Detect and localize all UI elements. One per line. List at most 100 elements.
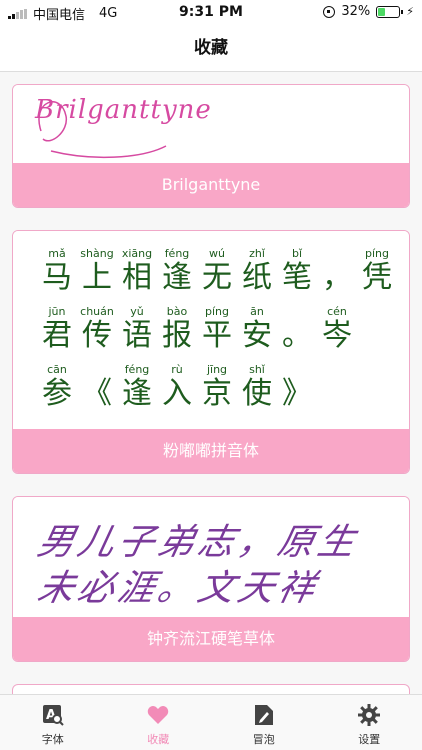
pinyin-text: ān [250,305,264,318]
font-card-brilganttyne[interactable]: Brilganttyne Brilganttyne [12,84,410,208]
gear-icon [357,703,381,727]
note-pen-icon [252,703,276,727]
pinyin-text: cén [327,305,347,318]
pinyin-char: yǔ 语 [117,305,157,363]
hanzi-text: 《 [82,376,112,411]
nav-title: 收藏 [0,24,422,72]
hanzi-text: 无 [202,260,232,295]
pinyin-char: cén 岑 [317,305,357,363]
hanzi-text: 岑 [322,318,352,353]
tab-favorites[interactable]: 收藏 [106,695,212,750]
pinyin-char: féng 逢 [117,363,157,421]
pinyin-text: zhǐ [249,247,265,260]
rotation-lock-icon [323,5,336,18]
font-card-partial[interactable] [12,684,410,694]
tab-label: 收藏 [147,733,170,746]
pinyin-text: shàng [80,247,114,260]
pinyin-char: 。 [277,305,317,363]
sample-line-2: 未必涯。文天祥 [33,568,323,609]
hanzi-text: 上 [82,260,112,295]
pinyin-char: píng 平 [197,305,237,363]
pinyin-text: yǔ [130,305,144,318]
pinyin-row: jūn 君 chuán 传 yǔ 语 bào 报 píng 平 ān 安。 cén 岑 [37,305,397,363]
pinyin-char: 《 [77,363,117,421]
hanzi-text: 纸 [242,260,272,295]
hanzi-text: 安 [242,318,272,353]
status-right: 32% ⚡ [323,4,414,19]
pinyin-row: cān 参《 féng 逢 rù 入 jīng 京 shǐ 使》 [37,363,397,421]
pinyin-char: shǐ 使 [237,363,277,421]
font-name-label[interactable]: Brilganttyne [13,163,409,207]
hanzi-text: 逢 [162,260,192,295]
pinyin-text: rù [171,363,183,376]
pinyin-char: shàng 上 [77,247,117,305]
pinyin-text: féng [164,247,190,260]
hanzi-text: 入 [162,376,192,411]
pinyin-char: mǎ 马 [37,247,77,305]
battery-fill [378,7,385,16]
hanzi-text: ， [322,260,352,295]
font-preview: Brilganttyne [13,85,409,163]
hanzi-text: 君 [42,318,72,353]
font-name-label[interactable]: 钟齐流江硬笔草体 [13,617,409,661]
pinyin-char: cān 参 [37,363,77,421]
pinyin-text: jūn [48,305,66,318]
pinyin-text: xiāng [121,247,153,260]
pinyin-char: jīng 京 [197,363,237,421]
hanzi-text: 京 [202,376,232,411]
pinyin-char: rù 入 [157,363,197,421]
pinyin-char: ān 安 [237,305,277,363]
battery-icon [376,5,404,18]
pinyin-char: ， [317,247,357,305]
hanzi-text: 笔 [282,260,312,295]
pinyin-text: jīng [206,363,228,376]
pinyin-text: bǐ [291,247,303,260]
pinyin-text: cān [47,363,67,376]
hanzi-text: 》 [282,376,312,411]
pinyin-char: zhǐ 纸 [237,247,277,305]
hanzi-text: 平 [202,318,232,353]
favorites-list[interactable]: Brilganttyne Brilganttyne mǎ 马 shàng 上 xiāng… [0,72,422,694]
hanzi-text: 使 [242,376,272,411]
pinyin-text: píng [205,305,229,318]
pinyin-row: mǎ 马 shàng 上 xiāng 相 féng 逢 wú 无 zhǐ 纸 bǐ 笔， píng 凭 [37,247,397,305]
tab-label: 字体 [41,733,64,746]
pinyin-text: bào [166,305,188,318]
status-bar: 中国电信 4G 9:31 PM 32% ⚡ [0,0,422,24]
pinyin-text: wú [209,247,225,260]
font-name-label[interactable]: 粉嘟嘟拼音体 [13,429,409,473]
pinyin-text: mǎ [48,247,66,260]
font-card-pinyin[interactable]: mǎ 马 shàng 上 xiāng 相 féng 逢 wú 无 zhǐ 纸 bǐ 笔， píng 凭 jūn 君… [12,230,410,474]
hanzi-text: 报 [162,318,192,353]
hanzi-text: 逢 [122,376,152,411]
pinyin-char: 》 [277,363,317,421]
font-preview: 男儿子弟志，原生 未必涯。文天祥 [13,497,409,619]
pinyin-text: shǐ [249,363,265,376]
sample-line-1: 男儿子弟志，原生 [33,522,363,563]
tab-bar: A 字体 收藏 冒泡 设置 [0,694,422,750]
pinyin-char: bào 报 [157,305,197,363]
hanzi-text: 凭 [362,260,392,295]
font-logo-text: Brilganttyne [35,95,212,125]
font-card-handwriting[interactable]: 男儿子弟志，原生 未必涯。文天祥 钟齐流江硬笔草体 [12,496,410,662]
battery-percent: 32% [341,4,371,19]
pinyin-char: xiāng 相 [117,247,157,305]
hanzi-text: 相 [122,260,152,295]
pinyin-sample: mǎ 马 shàng 上 xiāng 相 féng 逢 wú 无 zhǐ 纸 bǐ 笔， píng 凭 jūn 君… [37,247,397,421]
tab-label: 冒泡 [252,733,275,746]
tab-label: 设置 [358,733,381,746]
heart-icon [146,703,170,727]
hanzi-text: 参 [42,376,72,411]
hanzi-text: 语 [122,318,152,353]
pinyin-text: féng [124,363,150,376]
pinyin-char: jūn 君 [37,305,77,363]
hanzi-text: 传 [82,318,112,353]
hanzi-text: 马 [42,260,72,295]
pinyin-text: píng [365,247,389,260]
hanzi-text: 。 [282,318,312,353]
tab-settings[interactable]: 设置 [317,695,422,750]
tab-fonts[interactable]: A 字体 [0,695,106,750]
pinyin-text: chuán [80,305,114,318]
pinyin-char: wú 无 [197,247,237,305]
tab-bubble[interactable]: 冒泡 [211,695,317,750]
